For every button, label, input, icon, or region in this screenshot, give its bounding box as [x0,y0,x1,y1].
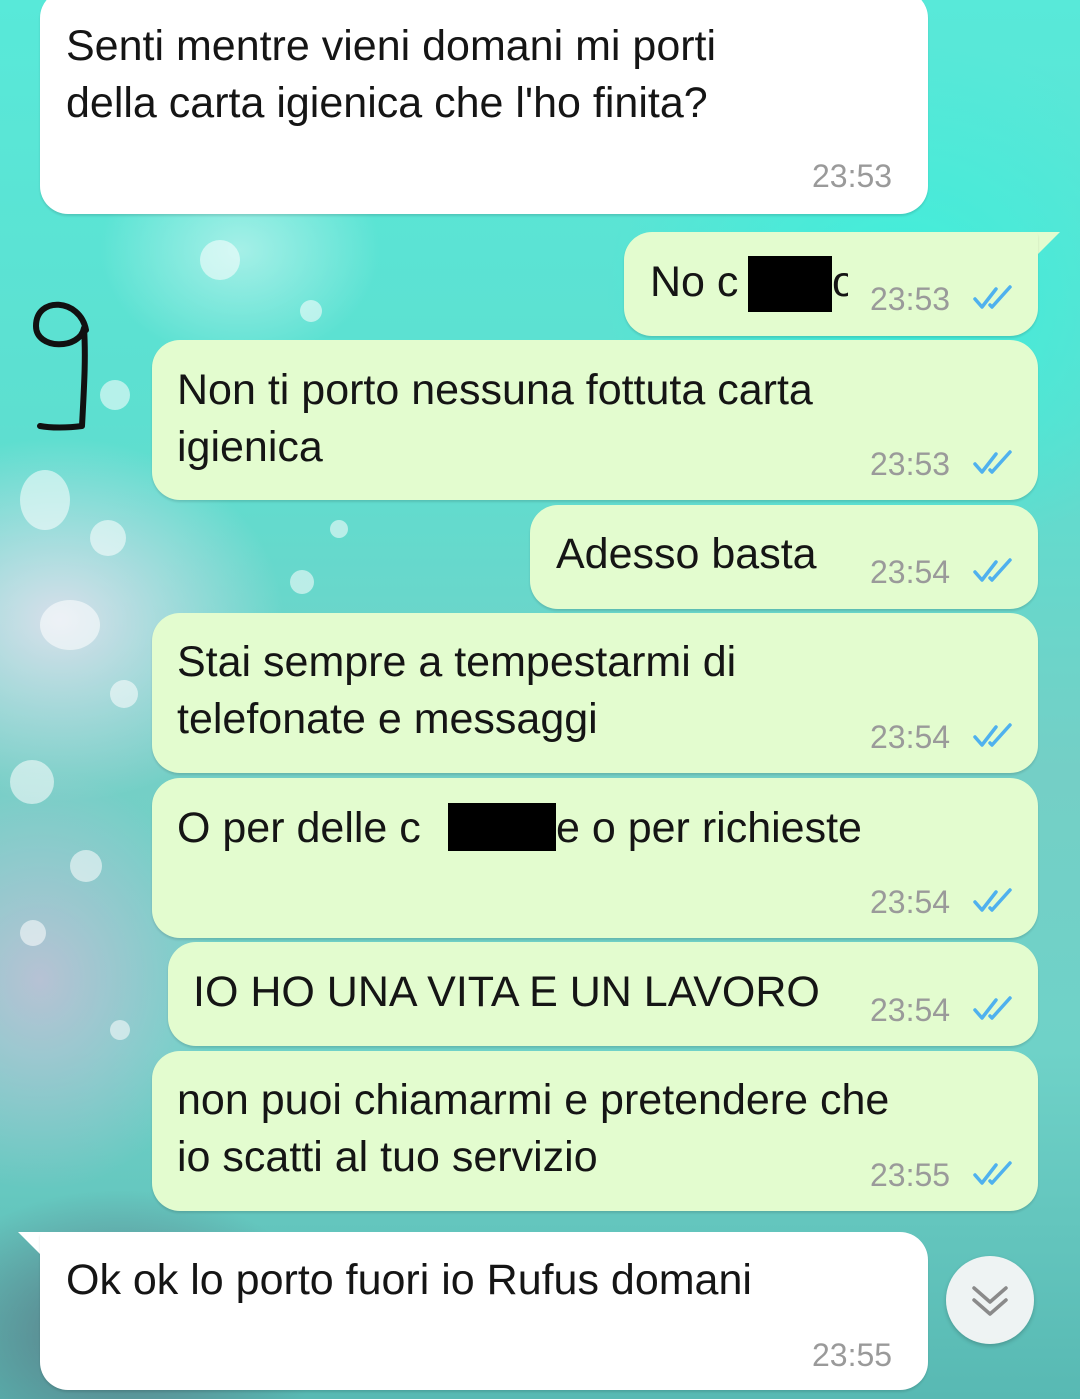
message-text: telefonate e messaggi [177,695,598,743]
handwritten-annotation [33,301,89,431]
message-text: Senti mentre vieni domani mi porti [66,22,717,70]
double-check-icon [973,450,1012,474]
message-text: Non ti porto nessuna fottuta carta [177,366,813,414]
message-text: igienica [177,423,323,471]
redaction-block [748,256,832,312]
double-check-icon [973,888,1012,912]
double-check-icon [973,1161,1012,1185]
message-text: della carta igienica che l'ho finita? [66,79,708,127]
message-timestamp: 23:53 [870,281,951,317]
message-text: Stai sempre a tempestarmi di [177,638,737,686]
message-text: O per delle c [177,804,421,852]
double-check-icon [973,996,1012,1020]
message-timestamp: 23:55 [812,1337,893,1373]
message-timestamp: 23:54 [870,992,951,1028]
double-check-icon [973,723,1012,747]
message-text: e o per richieste [556,804,862,852]
message-timestamp: 23:54 [870,884,951,920]
message-text: non puoi chiamarmi e pretendere che [177,1076,890,1124]
message-text: No c [650,258,739,306]
message-timestamp: 23:55 [870,1157,951,1193]
message-text: IO HO UNA VITA E UN LAVORO [193,968,820,1016]
message-timestamp: 23:53 [870,446,951,482]
redaction-block [448,803,556,851]
message-timestamp: 23:54 [870,719,951,755]
double-chevron-down-icon [972,1286,1008,1316]
message-text: Ok ok lo porto fuori io Rufus domani [66,1256,752,1304]
message-text: Adesso basta [556,530,817,578]
message-text: io scatti al tuo servizio [177,1133,598,1181]
message-timestamp: 23:54 [870,554,951,590]
message-timestamp: 23:53 [812,158,893,194]
double-check-icon [973,558,1012,582]
scroll-to-bottom-button[interactable] [946,1256,1034,1344]
message-text: o [832,258,848,306]
double-check-icon [973,285,1012,309]
